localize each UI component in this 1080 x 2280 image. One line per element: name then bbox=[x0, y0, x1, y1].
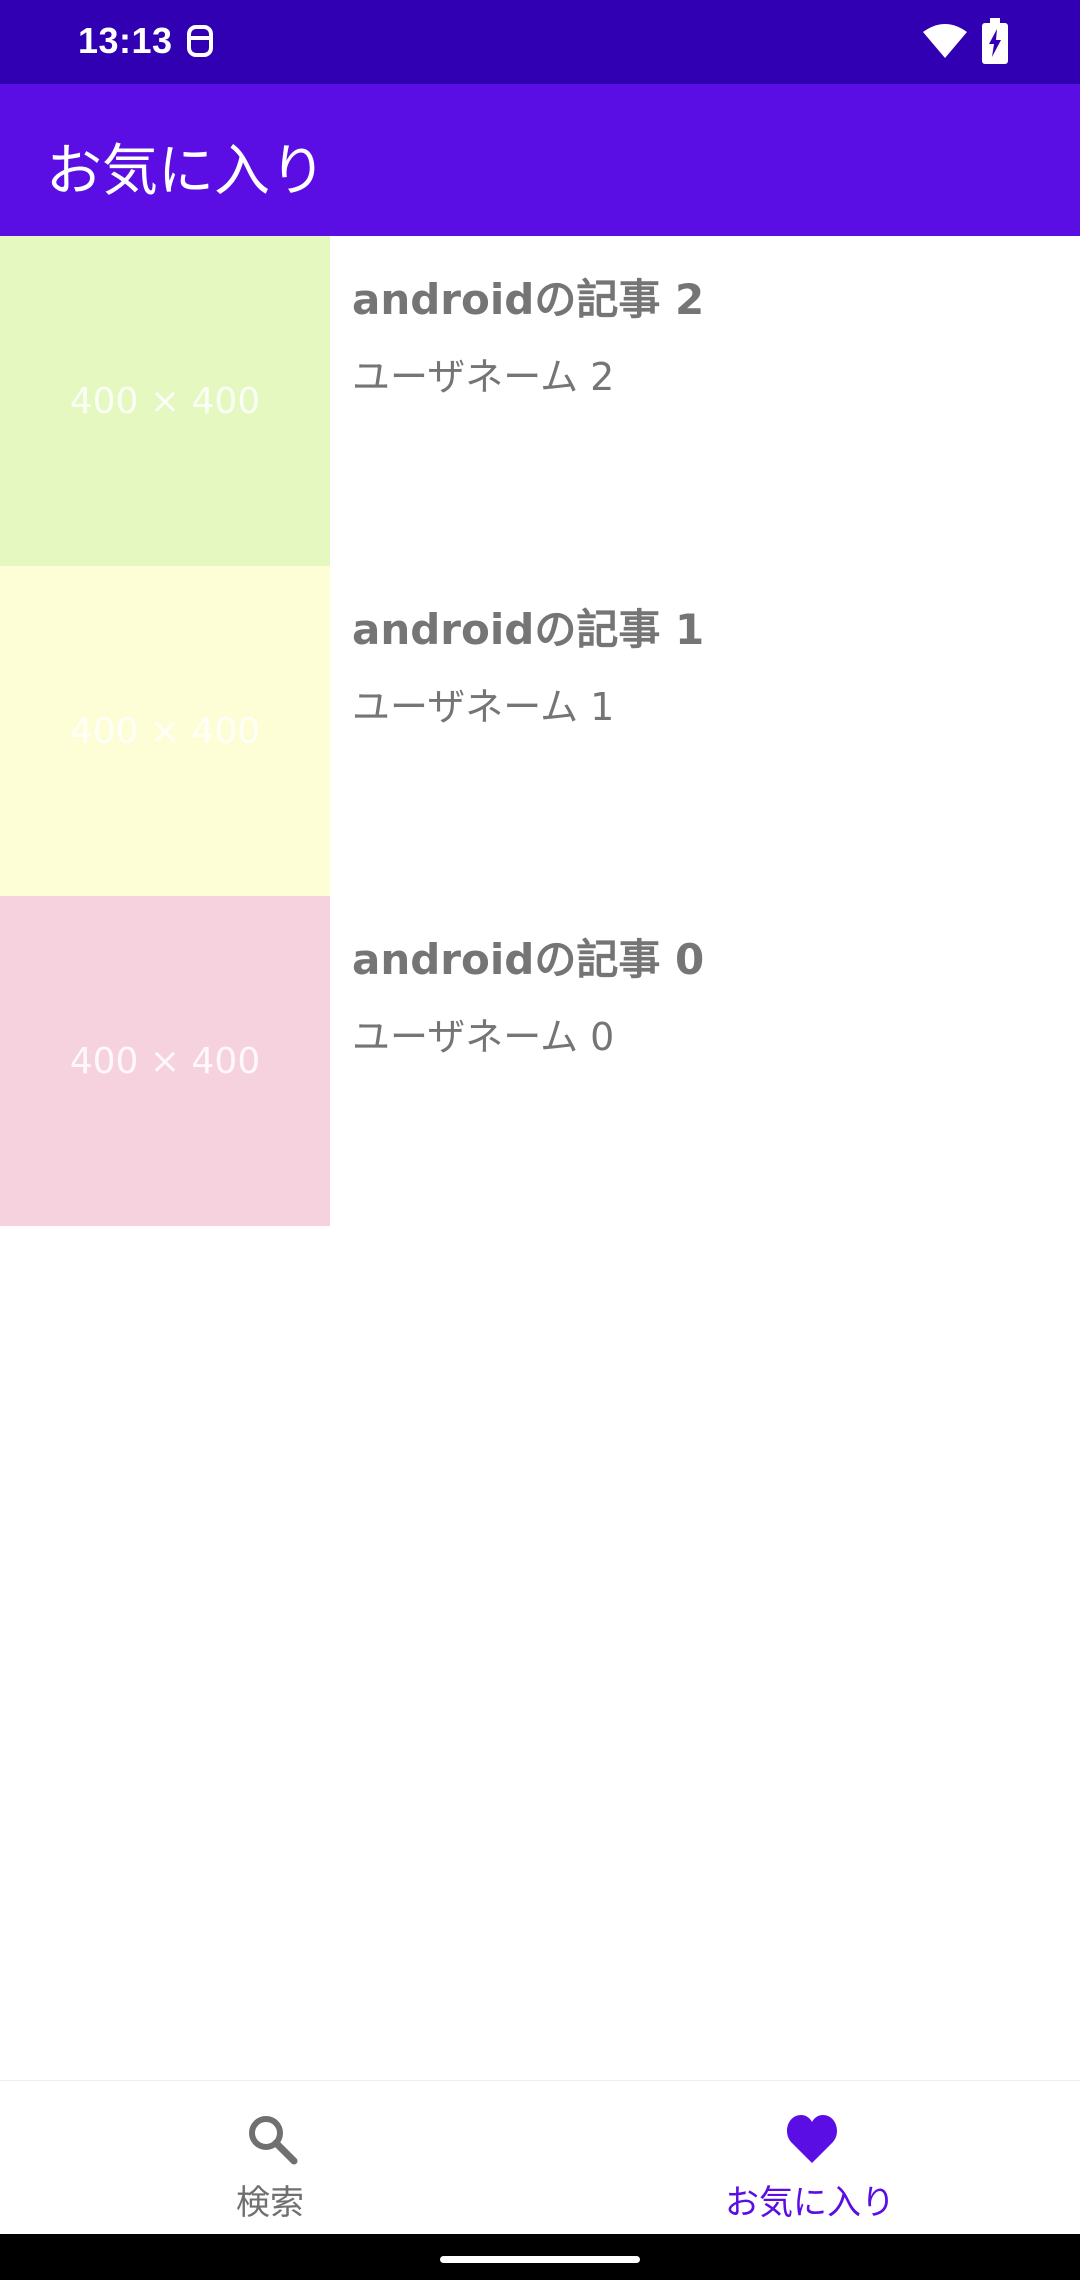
thumbnail-placeholder-text: 400 × 400 bbox=[69, 1040, 261, 1082]
wifi-icon bbox=[923, 24, 967, 58]
nav-label-search: 検索 bbox=[236, 2183, 304, 2223]
article-title: androidの記事 0 bbox=[352, 935, 705, 984]
app-bar: お気に入り bbox=[0, 84, 1080, 236]
thumbnail-placeholder-text: 400 × 400 bbox=[69, 380, 261, 422]
home-gesture-handle[interactable] bbox=[440, 2256, 640, 2263]
thumbnail-image: 400 × 400 bbox=[0, 566, 330, 896]
system-navigation-bar bbox=[0, 2234, 1080, 2280]
list-item[interactable]: 400 × 400 androidの記事 2 ユーザネーム 2 bbox=[0, 236, 1080, 566]
status-bar: 13:13 bbox=[0, 0, 1080, 84]
favorites-list: 400 × 400 androidの記事 2 ユーザネーム 2 400 × 40… bbox=[0, 236, 1080, 1226]
page-title: お気に入り bbox=[46, 139, 326, 204]
list-item[interactable]: 400 × 400 androidの記事 1 ユーザネーム 1 bbox=[0, 566, 1080, 896]
screen: 13:13 お気に入り 400 × 400 androidの記事 2 ユーザネー… bbox=[0, 0, 1080, 2280]
list-item[interactable]: 400 × 400 androidの記事 0 ユーザネーム 0 bbox=[0, 896, 1080, 1226]
status-time: 13:13 bbox=[78, 20, 173, 61]
article-username: ユーザネーム 0 bbox=[352, 1015, 615, 1059]
article-username: ユーザネーム 1 bbox=[352, 685, 615, 729]
nav-label-favorites: お気に入り bbox=[725, 2183, 895, 2223]
thumbnail-placeholder-text: 400 × 400 bbox=[69, 710, 261, 752]
nav-item-favorites[interactable]: お気に入り bbox=[540, 2081, 1080, 2235]
article-title: androidの記事 2 bbox=[352, 275, 705, 324]
notification-icon bbox=[187, 25, 213, 57]
nav-item-search[interactable]: 検索 bbox=[0, 2081, 540, 2235]
article-title: androidの記事 1 bbox=[352, 605, 705, 654]
search-icon bbox=[249, 2116, 298, 2165]
thumbnail-image: 400 × 400 bbox=[0, 896, 330, 1226]
bottom-navigation: 検索 お気に入り bbox=[0, 2080, 1080, 2234]
battery-charging-icon bbox=[982, 18, 1008, 64]
article-username: ユーザネーム 2 bbox=[352, 355, 615, 399]
thumbnail-image: 400 × 400 bbox=[0, 236, 330, 566]
heart-icon bbox=[786, 2115, 838, 2163]
